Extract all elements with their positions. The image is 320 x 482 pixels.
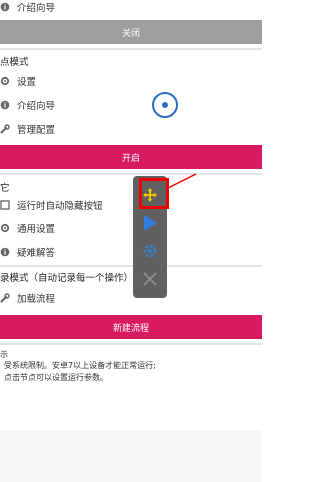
settings-label: 设置 — [17, 77, 37, 88]
tips-title: 示 — [0, 350, 8, 359]
intro-guide-row[interactable]: 介绍向导 — [0, 98, 262, 112]
troubleshoot-row[interactable]: 疑难解答 — [0, 245, 262, 259]
gear-icon — [0, 223, 10, 233]
new-flow-button[interactable]: 新建流程 — [0, 315, 262, 339]
troubleshoot-label: 疑难解答 — [17, 248, 56, 259]
section-title-click-mode: 点模式 — [0, 57, 29, 68]
tips-line-2: 点击节点可以设置运行参数。 — [4, 373, 108, 382]
divider — [0, 265, 262, 267]
panel-settings-button[interactable] — [137, 240, 163, 266]
start-button-label: 开启 — [121, 153, 140, 164]
general-settings-row[interactable]: 通用设置 — [0, 221, 262, 235]
section-title-other: 它 — [0, 183, 10, 194]
close-icon — [142, 271, 158, 291]
info-icon — [0, 100, 10, 110]
divider — [0, 173, 262, 175]
bottom-blank-area — [0, 430, 262, 482]
wrench-icon — [0, 124, 10, 134]
wrench-icon — [0, 293, 10, 303]
divider — [0, 48, 262, 50]
play-button[interactable] — [137, 212, 163, 238]
close-button[interactable]: 关闭 — [0, 20, 262, 44]
auto-hide-checkbox-row[interactable]: 运行时自动隐藏按钮 — [0, 198, 262, 212]
section-title-record-mode: 录模式（自动记录每一个操作） — [0, 273, 134, 284]
load-flow-label: 加载流程 — [17, 294, 56, 305]
intro-guide-label: 介绍向导 — [17, 3, 56, 14]
settings-row[interactable]: 设置 — [0, 74, 262, 88]
gear-icon — [0, 76, 10, 86]
panel-close-button[interactable] — [137, 268, 163, 294]
load-flow-row[interactable]: 加载流程 — [0, 291, 262, 305]
checkbox[interactable] — [0, 200, 10, 210]
intro-guide-label: 介绍向导 — [17, 101, 56, 112]
highlight-arrow — [167, 173, 197, 189]
info-icon — [0, 2, 10, 12]
floating-target-button[interactable] — [152, 92, 178, 118]
close-button-label: 关闭 — [121, 28, 140, 39]
intro-guide-row-top[interactable]: 介绍向导 — [0, 0, 262, 14]
general-settings-label: 通用设置 — [17, 224, 56, 235]
play-icon — [141, 214, 159, 236]
gear-icon — [142, 243, 158, 263]
start-button[interactable]: 开启 — [0, 145, 262, 169]
manage-config-label: 管理配置 — [17, 125, 56, 136]
target-dot — [162, 102, 168, 108]
info-icon — [0, 247, 10, 257]
divider — [0, 343, 262, 345]
manage-config-row[interactable]: 管理配置 — [0, 122, 262, 136]
auto-hide-label: 运行时自动隐藏按钮 — [17, 201, 103, 212]
tips-line-1: 受系统限制。安卓7以上设备才能正常运行; — [4, 361, 156, 370]
new-flow-button-label: 新建流程 — [112, 323, 149, 334]
